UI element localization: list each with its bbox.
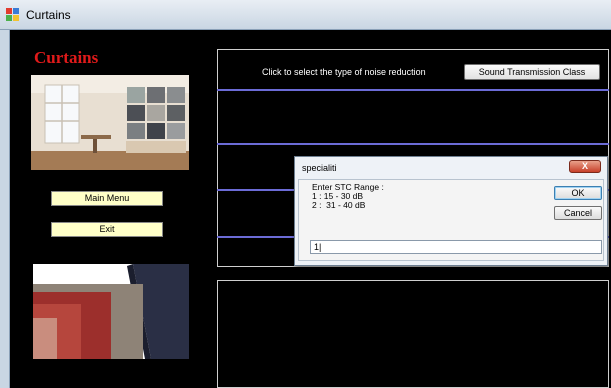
window-frame	[0, 30, 10, 388]
dialog-title: specialiti	[302, 163, 337, 173]
room-photo	[31, 75, 189, 170]
noise-reduction-prompt: Click to select the type of noise reduct…	[262, 67, 426, 77]
main-menu-button[interactable]: Main Menu	[51, 191, 163, 206]
stc-range-input[interactable]: 1|	[310, 240, 602, 254]
fabric-panels-photo	[33, 264, 189, 359]
sound-transmission-class-button[interactable]: Sound Transmission Class	[464, 64, 600, 80]
window-title-bar[interactable]: Curtains	[0, 0, 611, 30]
panel-divider-line	[217, 89, 609, 91]
dialog-close-button[interactable]: X	[569, 160, 601, 173]
page-title: Curtains	[34, 48, 99, 67]
results-panel	[217, 280, 609, 388]
panel-divider-line	[217, 143, 609, 145]
cancel-button[interactable]: Cancel	[554, 206, 602, 220]
window-title: Curtains	[26, 8, 71, 22]
dialog-message-line: 2 : 31 - 40 dB	[312, 200, 366, 210]
app-icon	[6, 8, 19, 21]
ok-button[interactable]: OK	[554, 186, 602, 200]
exit-button[interactable]: Exit	[51, 222, 163, 237]
dialog-message: Enter STC Range : 1 : 15 - 30 dB 2 : 31 …	[312, 183, 384, 210]
